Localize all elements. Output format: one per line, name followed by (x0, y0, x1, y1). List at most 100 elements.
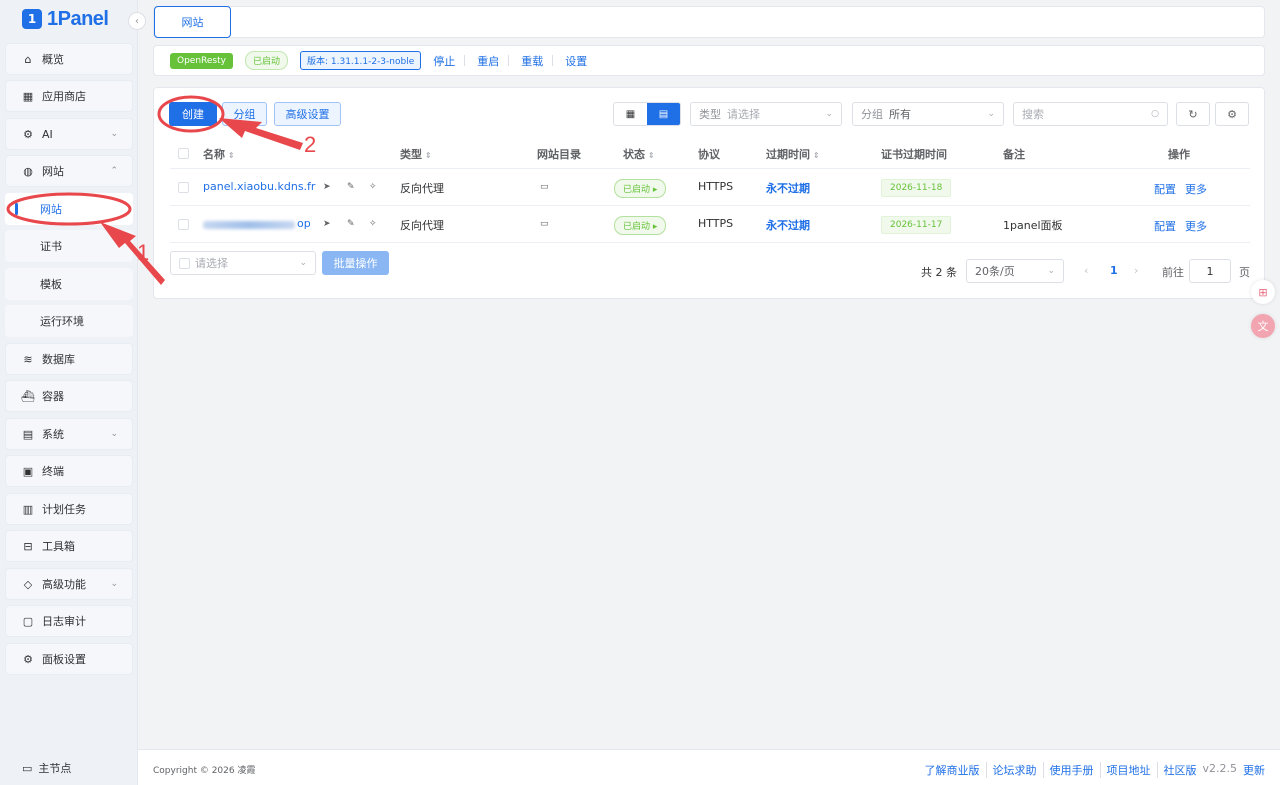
goto-page-input[interactable]: 1 (1189, 259, 1231, 283)
divider (170, 242, 1250, 243)
sort-icon: ⇕ (228, 151, 235, 160)
footer-link-repo[interactable]: 项目地址 (1107, 762, 1158, 778)
website-type: 反向代理 (400, 219, 444, 232)
app-logo[interactable]: 1 1Panel (22, 8, 109, 30)
master-node-switch[interactable]: ▭ 主节点 (22, 760, 71, 776)
footer-link-forum[interactable]: 论坛求助 (993, 762, 1044, 778)
sidebar-item-advanced[interactable]: ◇ 高级功能 ⌄ (5, 568, 133, 600)
sidebar-item-database[interactable]: ≋ 数据库 (5, 343, 133, 375)
divider (170, 205, 1250, 206)
remark: 1panel面板 (1003, 219, 1063, 232)
row-checkbox[interactable] (178, 219, 189, 230)
toolbox-icon: ⊟ (23, 539, 33, 553)
edit-icon[interactable]: ✎ (347, 219, 355, 229)
monitor-icon: ▭ (22, 761, 33, 775)
website-list-card: 创建 分组 高级设置 ▦ ▤ 类型 请选择 ⌄ 分组 所有 ⌄ 搜索 ○ ↻ ⚙… (153, 87, 1265, 299)
stop-button[interactable]: 停止 (433, 53, 466, 69)
expire-time[interactable]: 永不过期 (766, 180, 810, 196)
sidebar-item-label: 计划任务 (42, 503, 86, 516)
sidebar-item-system[interactable]: ▤ 系统 ⌄ (5, 418, 133, 450)
page-size-select[interactable]: 20条/页 ⌄ (966, 259, 1064, 283)
config-link[interactable]: 配置 (1154, 181, 1176, 197)
send-icon[interactable]: ➤ (323, 182, 331, 192)
config-link[interactable]: 配置 (1154, 218, 1176, 234)
collapse-sidebar-button[interactable]: ‹ (128, 12, 146, 30)
restart-button[interactable]: 重启 (477, 53, 510, 69)
column-header-name[interactable]: 名称 ⇕ (203, 146, 235, 162)
sidebar-item-label: 网站 (42, 165, 64, 178)
refresh-button[interactable]: ↻ (1176, 102, 1210, 126)
sort-icon: ⇕ (648, 151, 655, 160)
row-checkbox[interactable] (178, 182, 189, 193)
website-name-link[interactable]: op (297, 217, 311, 230)
batch-select[interactable]: 请选择 ⌄ (170, 251, 316, 275)
status-badge[interactable]: 已启动 ▸ (614, 179, 667, 198)
footer-link-docs[interactable]: 使用手册 (1050, 762, 1101, 778)
sidebar-item-label: 系统 (42, 428, 64, 441)
page-number-current[interactable]: 1 (1110, 264, 1118, 277)
sidebar-subitem-label: 模板 (40, 278, 62, 291)
grid-view-icon[interactable]: ▦ (614, 103, 647, 125)
pin-icon[interactable]: ✧ (369, 219, 377, 229)
grid-icon: ▦ (22, 89, 34, 103)
diamond-icon: ◇ (23, 577, 33, 591)
folder-icon[interactable]: ▭ (540, 182, 549, 192)
float-apps-button[interactable]: ⊞ (1251, 280, 1275, 304)
sidebar-item-cron[interactable]: ▥ 计划任务 (5, 493, 133, 525)
robot-icon: ⚙ (23, 127, 33, 141)
status-badge[interactable]: 已启动 ▸ (614, 216, 667, 235)
sidebar-item-toolbox[interactable]: ⊟ 工具箱 (5, 530, 133, 562)
sidebar-item-label: AI (42, 127, 53, 141)
type-select-placeholder: 请选择 (727, 108, 760, 121)
next-page-button[interactable]: › (1134, 264, 1138, 277)
send-icon[interactable]: ➤ (323, 219, 331, 229)
create-button[interactable]: 创建 (169, 102, 217, 126)
chevron-down-icon: ⌄ (110, 129, 118, 139)
master-node-label: 主节点 (38, 762, 72, 775)
group-button[interactable]: 分组 (222, 102, 267, 126)
column-header-status[interactable]: 状态 ⇕ (623, 146, 655, 162)
float-translate-button[interactable]: 文 (1251, 314, 1275, 338)
more-link[interactable]: 更多 (1185, 181, 1207, 197)
sidebar-item-audit-log[interactable]: ▢ 日志审计 (5, 605, 133, 637)
column-header-type[interactable]: 类型 ⇕ (400, 146, 432, 162)
reload-button[interactable]: 重载 (521, 53, 554, 69)
type-select[interactable]: 类型 请选择 ⌄ (690, 102, 842, 126)
sidebar-item-ai[interactable]: ⚙ AI ⌄ (5, 118, 133, 150)
pin-icon[interactable]: ✧ (369, 182, 377, 192)
search-input[interactable]: 搜索 ○ (1013, 102, 1168, 126)
select-all-checkbox[interactable] (178, 148, 189, 159)
sidebar-item-terminal[interactable]: ▣ 终端 (5, 455, 133, 487)
column-settings-button[interactable]: ⚙ (1215, 102, 1249, 126)
footer-link-business[interactable]: 了解商业版 (925, 762, 987, 778)
sidebar-item-overview[interactable]: ⌂ 概览 (5, 43, 133, 75)
column-header-expire[interactable]: 过期时间 ⇕ (766, 146, 820, 162)
settings-button[interactable]: 设置 (565, 53, 597, 69)
sidebar-subitem-certificates[interactable]: 证书 (5, 230, 133, 262)
sidebar-item-containers[interactable]: ⛴ 容器 (5, 380, 133, 412)
tab-websites[interactable]: 网站 (154, 6, 231, 38)
sort-icon: ⇕ (813, 151, 820, 160)
batch-operation-button[interactable]: 批量操作 (322, 251, 389, 275)
sidebar-item-panel-settings[interactable]: ⚙ 面板设置 (5, 643, 133, 675)
sidebar-item-app-store[interactable]: ▦ 应用商店 (5, 80, 133, 112)
list-view-icon[interactable]: ▤ (647, 103, 680, 125)
group-select[interactable]: 分组 所有 ⌄ (852, 102, 1004, 126)
sidebar-subitem-templates[interactable]: 模板 (5, 268, 133, 300)
sidebar-subitem-websites[interactable]: 网站 (5, 193, 133, 225)
sidebar-subitem-runtime[interactable]: 运行环境 (5, 305, 133, 337)
edit-icon[interactable]: ✎ (347, 182, 355, 192)
chevron-up-icon: ⌃ (110, 166, 118, 176)
more-link[interactable]: 更多 (1185, 218, 1207, 234)
expire-time[interactable]: 永不过期 (766, 217, 810, 233)
prev-page-button[interactable]: ‹ (1084, 264, 1088, 277)
gear-icon: ⚙ (1227, 107, 1237, 121)
folder-icon[interactable]: ▭ (540, 219, 549, 229)
batch-select-placeholder: 请选择 (195, 257, 228, 270)
website-name-link[interactable]: panel.xiaobu.kdns.fr (203, 180, 315, 193)
footer-update-link[interactable]: 更新 (1243, 762, 1265, 778)
advanced-settings-button[interactable]: 高级设置 (274, 102, 341, 126)
goto-label: 前往 (1162, 266, 1184, 279)
sidebar-item-websites[interactable]: ◍ 网站 ⌃ (5, 155, 133, 187)
copyright: Copyright © 2026 凌霞 (153, 766, 256, 776)
